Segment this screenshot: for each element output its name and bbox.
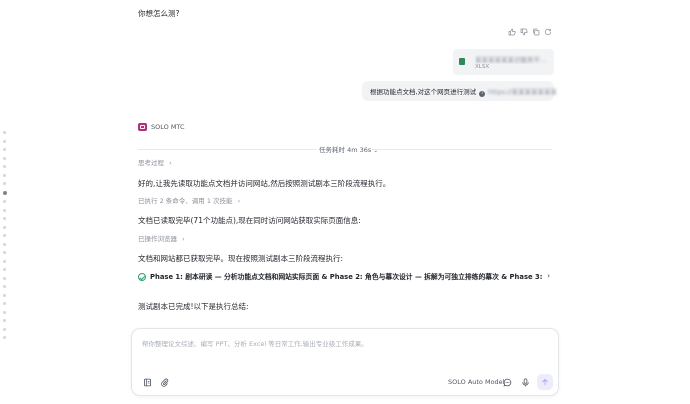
- nav-dot[interactable]: [3, 217, 6, 220]
- agent-reply-4: 测试剧本已完成!以下是执行总结:: [138, 302, 249, 311]
- chevron-right-icon: ›: [547, 272, 550, 280]
- nav-dot[interactable]: [3, 139, 6, 143]
- nav-dot[interactable]: [3, 173, 6, 177]
- thumbs-up-icon[interactable]: [507, 27, 516, 36]
- arrow-up-icon: [541, 378, 549, 386]
- nav-dot[interactable]: [3, 156, 6, 160]
- nav-dot[interactable]: [3, 302, 6, 305]
- agent-logo-icon: [138, 123, 147, 131]
- nav-dot[interactable]: [3, 319, 6, 322]
- user-message-body: 根据功能点文档,对这个网页进行测试: [370, 88, 477, 96]
- nav-dot[interactable]: [3, 182, 6, 185]
- nav-dot[interactable]: [3, 148, 6, 151]
- document-mode-icon[interactable]: [142, 377, 152, 387]
- phase-summary-text: Phase 1: 剧本研读 — 分析功能点文档和网站实际页面 & Phase 2…: [150, 273, 544, 281]
- nav-dot[interactable]: [3, 285, 6, 288]
- agent-reply-2: 文档已读取完毕(71个功能点),现在同时访问网站获取实际页面信息:: [138, 216, 361, 225]
- send-button[interactable]: [537, 374, 553, 390]
- task-duration-label[interactable]: 任务耗时 4m 36s ⌄: [319, 144, 378, 154]
- attachment-name: 某某某某某某识服务平...: [475, 56, 547, 64]
- nav-dot[interactable]: [3, 234, 6, 237]
- microphone-icon[interactable]: [520, 377, 530, 387]
- nav-dot[interactable]: [3, 251, 6, 254]
- phase-summary-row[interactable]: Phase 1: 剧本研读 — 分析功能点文档和网站实际页面 & Phase 2…: [138, 272, 552, 284]
- message-composer[interactable]: 帮你整理论文综述、编写 PPT、分析 Excel 等日常工作,输出专业级工作成果…: [131, 328, 559, 396]
- previous-agent-message: 你想怎么测?: [138, 9, 180, 18]
- executed-commands-toggle[interactable]: 已执行 2 条命令、调用 1 次技能 ›: [138, 196, 240, 207]
- user-message-text: 根据功能点文档,对这个网页进行测试 i https://某某某某某某某: [370, 86, 557, 97]
- agent-header: SOLO MTC: [138, 123, 185, 131]
- chevron-right-icon: ›: [182, 235, 185, 243]
- model-selector[interactable]: SOLO Auto Model: [448, 378, 505, 386]
- divider-line: [372, 149, 552, 150]
- agent-name: SOLO MTC: [151, 123, 185, 131]
- nav-dot[interactable]: [3, 268, 6, 271]
- task-duration-divider[interactable]: 任务耗时 4m 36s ⌄: [138, 146, 552, 154]
- divider-line: [138, 149, 316, 150]
- nav-dot-active[interactable]: [3, 190, 7, 195]
- composer-input[interactable]: 帮你整理论文综述、编写 PPT、分析 Excel 等日常工作,输出专业级工作成果…: [142, 338, 368, 348]
- attachment-card[interactable]: 某某某某某某识服务平... XLSX: [453, 49, 554, 75]
- thumbs-down-icon[interactable]: [519, 27, 528, 36]
- nav-dot[interactable]: [3, 242, 6, 246]
- message-actions: [507, 27, 552, 36]
- nav-dot[interactable]: [3, 225, 6, 229]
- nav-dot[interactable]: [3, 165, 6, 168]
- nav-dot[interactable]: [3, 310, 6, 314]
- conversation-nav-rail[interactable]: [3, 131, 8, 345]
- nav-dot[interactable]: [3, 293, 6, 297]
- attachment-type: XLSX: [475, 64, 490, 70]
- nav-dot[interactable]: [3, 131, 6, 134]
- agent-reply-3: 文档和网站都已获取完毕。现在按照测试剧本三阶段流程执行:: [138, 254, 344, 263]
- chevron-right-icon: ›: [237, 197, 241, 205]
- thinking-process-toggle[interactable]: 思考过程 ›: [138, 158, 172, 169]
- user-message-url[interactable]: https://某某某某某某某: [488, 88, 557, 96]
- nav-dot[interactable]: [3, 200, 6, 203]
- nav-dot[interactable]: [3, 276, 6, 280]
- chevron-right-icon: ›: [169, 159, 172, 167]
- info-icon: i: [479, 91, 486, 97]
- nav-dot[interactable]: [3, 336, 6, 339]
- attach-icon[interactable]: [159, 377, 169, 387]
- refresh-icon[interactable]: [543, 27, 552, 36]
- agent-reply-1: 好的,让我先读取功能点文档并访问网站,然后按照测试剧本三阶段流程执行。: [138, 179, 391, 188]
- browser-action-toggle[interactable]: 已操作浏览器 ›: [138, 234, 185, 245]
- chat-bubble-icon[interactable]: [502, 377, 512, 387]
- excel-file-icon: [459, 58, 465, 65]
- nav-dot[interactable]: [3, 327, 6, 331]
- user-message-bubble: 根据功能点文档,对这个网页进行测试 i https://某某某某某某某: [362, 81, 557, 101]
- nav-dot[interactable]: [3, 259, 6, 263]
- copy-icon[interactable]: [531, 27, 540, 36]
- nav-dot[interactable]: [3, 208, 6, 212]
- check-circle-icon: [138, 273, 146, 281]
